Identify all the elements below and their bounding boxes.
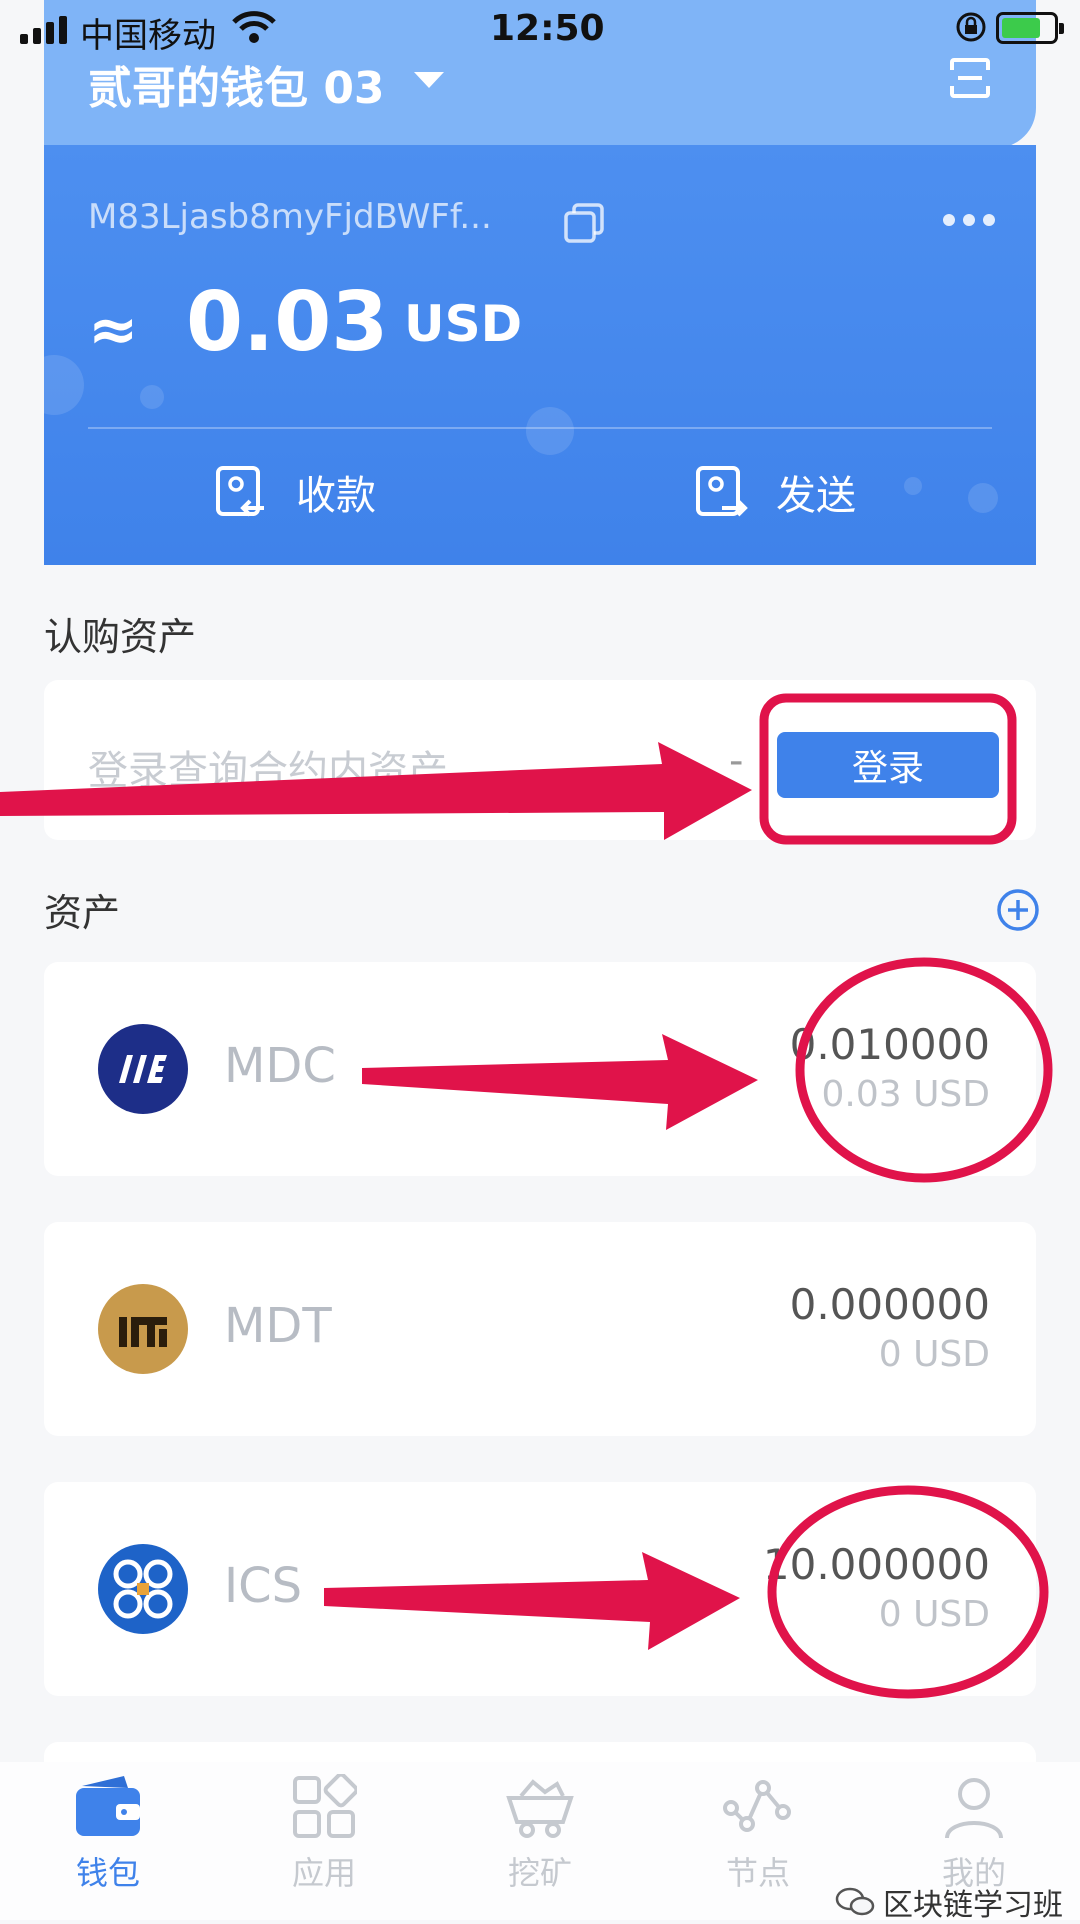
nav-label: 节点 <box>725 1854 790 1892</box>
balance-amount: 0.03 <box>186 275 389 370</box>
mdt-glyph <box>119 1317 167 1347</box>
more-icon[interactable] <box>942 213 996 227</box>
asset-row-ics[interactable]: ICS 10.000000 0 USD <box>44 1482 1036 1696</box>
nav-label: 钱包 <box>75 1854 140 1892</box>
decor-bubble <box>526 407 574 455</box>
watermark: 区块链学习班 <box>835 1880 1063 1924</box>
decor-bubble <box>140 385 164 409</box>
wallet-name[interactable]: 贰哥的钱包 03 <box>88 52 385 116</box>
receive-icon <box>216 466 264 517</box>
login-button[interactable]: 登录 <box>777 732 999 798</box>
add-asset-icon[interactable] <box>996 888 1040 932</box>
node-icon <box>723 1780 791 1832</box>
subscription-prompt: 登录查询合约内资产 <box>88 748 448 794</box>
ics-glyph <box>113 1559 173 1619</box>
mdt-logo-icon <box>98 1284 188 1374</box>
send-icon <box>696 466 748 517</box>
send-button[interactable]: 发送 <box>694 463 856 521</box>
asset-amount: 10.000000 <box>762 1540 990 1589</box>
subscription-dash: - <box>729 738 744 784</box>
mdc-logo-icon <box>98 1024 188 1114</box>
approx-symbol: ≈ <box>88 295 139 365</box>
asset-row-mdt[interactable]: MDT 0.000000 0 USD <box>44 1222 1036 1436</box>
nav-label: 应用 <box>291 1854 356 1892</box>
profile-icon <box>945 1778 1003 1839</box>
scan-icon[interactable] <box>948 56 992 100</box>
divider <box>88 427 992 429</box>
nav-tab-profile[interactable]: 我的 <box>894 1762 1054 1894</box>
wifi-icon <box>232 11 276 43</box>
asset-usd-value: 0.03 USD <box>821 1074 990 1115</box>
status-bar: 中国移动 12:50 <box>0 0 1080 58</box>
carrier-name: 中国移动 <box>80 16 216 56</box>
decor-bubble <box>904 477 922 495</box>
asset-amount: 0.010000 <box>789 1020 990 1069</box>
battery-level <box>1002 18 1040 38</box>
chevron-down-icon[interactable] <box>414 72 444 88</box>
balance-currency: USD <box>404 295 523 353</box>
clock: 12:50 <box>490 8 605 49</box>
signal-strength-icon <box>20 14 67 44</box>
nav-tab-wallet[interactable]: 钱包 <box>28 1762 188 1894</box>
subscription-card: 登录查询合约内资产 - 登录 <box>44 680 1036 840</box>
apps-icon <box>293 1774 357 1838</box>
nav-tab-node[interactable]: 节点 <box>678 1762 838 1894</box>
nav-tab-mining[interactable]: 挖矿 <box>460 1762 620 1894</box>
asset-usd-value: 0 USD <box>878 1334 990 1375</box>
assets-section-title: 资产 <box>44 891 121 935</box>
receive-button[interactable]: 收款 <box>214 463 376 521</box>
watermark-text: 区块链学习班 <box>883 1888 1063 1923</box>
copy-icon[interactable] <box>562 201 606 245</box>
balance-card: M83Ljasb8myFjdBWFf... ≈ 0.03 USD 收款 发送 <box>44 145 1036 565</box>
ics-logo-icon <box>98 1544 188 1634</box>
asset-name: MDC <box>224 1038 336 1094</box>
nav-label: 挖矿 <box>507 1854 572 1892</box>
asset-usd-value: 0 USD <box>878 1594 990 1635</box>
rotation-lock-icon <box>956 12 986 42</box>
asset-name: MDT <box>224 1298 332 1354</box>
subscription-section-title: 认购资产 <box>44 615 197 659</box>
asset-amount: 0.000000 <box>789 1280 990 1329</box>
nav-tab-apps[interactable]: 应用 <box>244 1762 404 1894</box>
send-label: 发送 <box>776 473 856 519</box>
decor-bubble <box>968 483 998 513</box>
mdc-glyph <box>119 1055 167 1083</box>
wechat-icon <box>835 1887 875 1916</box>
wallet-icon <box>76 1776 140 1836</box>
wallet-address: M83Ljasb8myFjdBWFf... <box>88 197 492 237</box>
decor-bubble <box>44 355 84 415</box>
asset-name: ICS <box>224 1558 303 1614</box>
mining-cart-icon <box>506 1779 574 1838</box>
asset-row-mdc[interactable]: MDC 0.010000 0.03 USD <box>44 962 1036 1176</box>
receive-label: 收款 <box>296 473 376 519</box>
battery-icon <box>996 12 1064 44</box>
